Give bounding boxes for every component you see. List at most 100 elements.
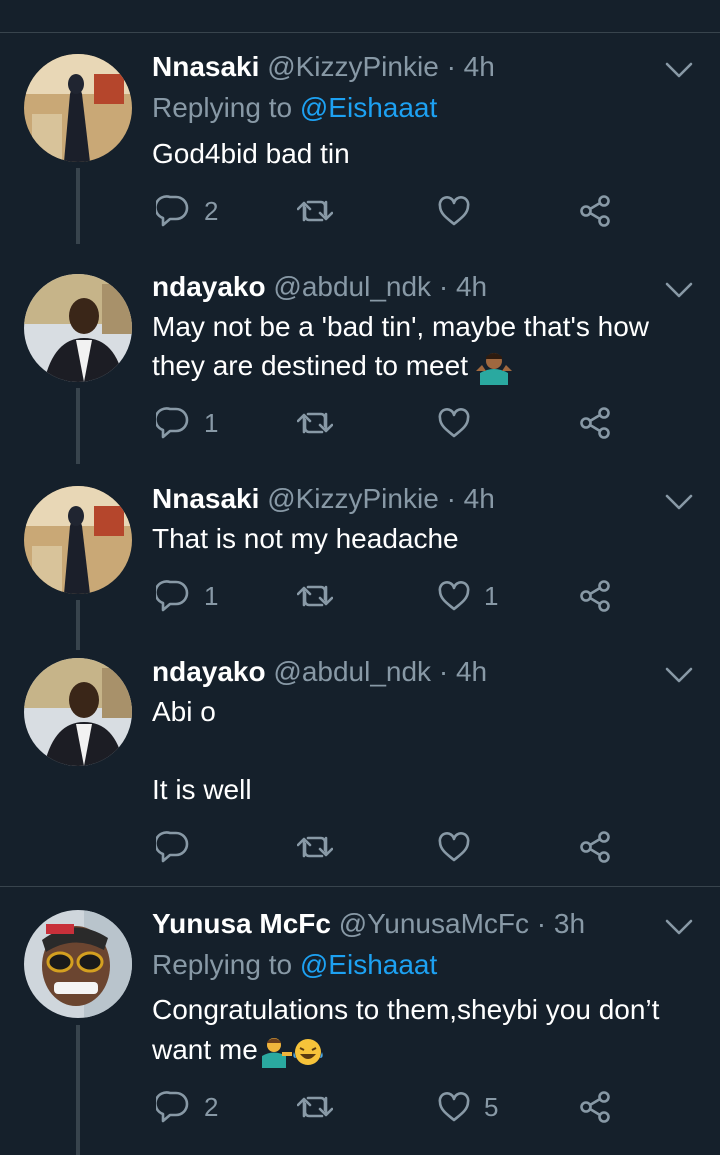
replying-to-mention[interactable]: @Eishaaat: [300, 949, 437, 980]
reply-count: 1: [204, 580, 219, 611]
tweet-text: want me: [152, 1034, 258, 1065]
replying-to-mention[interactable]: @Eishaaat: [300, 92, 437, 123]
tweet-header: ndayako @abdul_ndk · 4h: [152, 655, 487, 689]
thread-line: [76, 168, 80, 244]
heart-icon: [438, 832, 470, 862]
retweet-button[interactable]: [297, 194, 333, 228]
retweet-icon: [297, 1096, 333, 1118]
replying-to: Replying to @Eishaaat: [152, 91, 437, 125]
tweet-time: 4h: [455, 271, 488, 302]
like-count: 5: [484, 1091, 499, 1122]
tweet-header: Yunusa McFc @YunusaMcFc · 3h: [152, 907, 585, 941]
tweet-time: 3h: [553, 908, 586, 939]
tweet-header: Nnasaki @KizzyPinkie · 4h: [152, 50, 495, 84]
like-count: 1: [484, 580, 499, 611]
tweet-text-line: want me: [152, 1030, 324, 1069]
retweet-button[interactable]: [297, 830, 333, 864]
like-button[interactable]: [438, 830, 470, 864]
reply-icon: [156, 195, 189, 227]
reply-button[interactable]: 2: [156, 1090, 218, 1124]
reply-icon: [156, 407, 189, 439]
dot-separator: ·: [446, 483, 456, 514]
avatar[interactable]: [24, 910, 132, 1018]
replying-to: Replying to @Eishaaat: [152, 948, 437, 982]
dot-separator: ·: [536, 908, 547, 939]
tweet-time: 4h: [463, 51, 495, 82]
tweet-text: they are destined to meet: [152, 350, 468, 381]
retweet-icon: [297, 412, 333, 434]
share-button[interactable]: [579, 579, 611, 613]
avatar[interactable]: [24, 486, 132, 594]
share-icon: [580, 407, 610, 439]
display-name[interactable]: ndayako: [152, 271, 266, 302]
thread-line: [76, 600, 80, 650]
thread-line: [76, 1025, 80, 1155]
reply-button[interactable]: [156, 830, 190, 864]
reply-button[interactable]: 2: [156, 194, 218, 228]
chevron-down-icon[interactable]: [664, 918, 694, 938]
chevron-down-icon[interactable]: [664, 61, 694, 81]
heart-icon: [438, 1092, 470, 1122]
retweet-button[interactable]: [297, 579, 333, 613]
share-icon: [580, 831, 610, 863]
like-button[interactable]: [438, 406, 470, 440]
user-handle[interactable]: @KizzyPinkie: [267, 51, 439, 82]
replying-to-label: Replying to: [152, 949, 293, 980]
display-name[interactable]: Nnasaki: [152, 483, 259, 514]
like-button[interactable]: [438, 194, 470, 228]
share-button[interactable]: [579, 830, 611, 864]
tweet-text-line: May not be a 'bad tin', maybe that's how: [152, 311, 649, 342]
retweet-icon: [297, 585, 333, 607]
retweet-icon: [297, 200, 333, 222]
retweet-button[interactable]: [297, 1090, 333, 1124]
display-name[interactable]: ndayako: [152, 656, 266, 687]
user-handle[interactable]: @abdul_ndk: [273, 656, 431, 687]
share-button[interactable]: [579, 1090, 611, 1124]
man-shrugging-emoji: [475, 352, 512, 385]
heart-icon: [438, 581, 470, 611]
reply-count: 2: [204, 195, 219, 226]
tweet-text-line: they are destined to meet: [152, 346, 512, 385]
thread-line: [76, 388, 80, 464]
heart-icon: [438, 196, 470, 226]
replying-to-label: Replying to: [152, 92, 293, 123]
like-button[interactable]: 1: [438, 579, 498, 613]
tweet-text: God4bid bad tin: [152, 138, 350, 169]
user-handle[interactable]: @KizzyPinkie: [267, 483, 439, 514]
chevron-down-icon[interactable]: [664, 493, 694, 513]
reply-count: 2: [204, 1091, 219, 1122]
laughing-tears-emoji: [293, 1038, 323, 1065]
chevron-down-icon[interactable]: [664, 281, 694, 301]
user-handle[interactable]: @abdul_ndk: [273, 271, 431, 302]
retweet-button[interactable]: [297, 406, 333, 440]
user-handle[interactable]: @YunusaMcFc: [339, 908, 529, 939]
avatar[interactable]: [24, 54, 132, 162]
tweet-header: ndayako @abdul_ndk · 4h: [152, 270, 487, 304]
tweet-text-line: Abi o: [152, 696, 216, 727]
avatar[interactable]: [24, 274, 132, 382]
retweet-icon: [297, 836, 333, 858]
tweet-text: That is not my headache: [152, 523, 459, 554]
tweet-time: 4h: [455, 656, 488, 687]
reply-count: 1: [204, 407, 219, 438]
chevron-down-icon[interactable]: [664, 666, 694, 686]
reply-button[interactable]: 1: [156, 406, 218, 440]
display-name[interactable]: Yunusa McFc: [152, 908, 331, 939]
heart-icon: [438, 408, 470, 438]
dot-separator: ·: [438, 271, 449, 302]
avatar[interactable]: [24, 658, 132, 766]
share-button[interactable]: [579, 194, 611, 228]
reply-icon: [156, 1091, 189, 1123]
thread-divider: [0, 886, 720, 887]
display-name[interactable]: Nnasaki: [152, 51, 259, 82]
tweet-text-line: Congratulations to them,sheybi you don’t: [152, 994, 660, 1025]
share-icon: [580, 195, 610, 227]
share-button[interactable]: [579, 406, 611, 440]
dot-separator: ·: [438, 656, 449, 687]
reply-button[interactable]: 1: [156, 579, 218, 613]
share-icon: [580, 580, 610, 612]
reply-icon: [156, 580, 189, 612]
share-icon: [580, 1091, 610, 1123]
like-button[interactable]: 5: [438, 1090, 498, 1124]
top-divider: [0, 32, 720, 33]
